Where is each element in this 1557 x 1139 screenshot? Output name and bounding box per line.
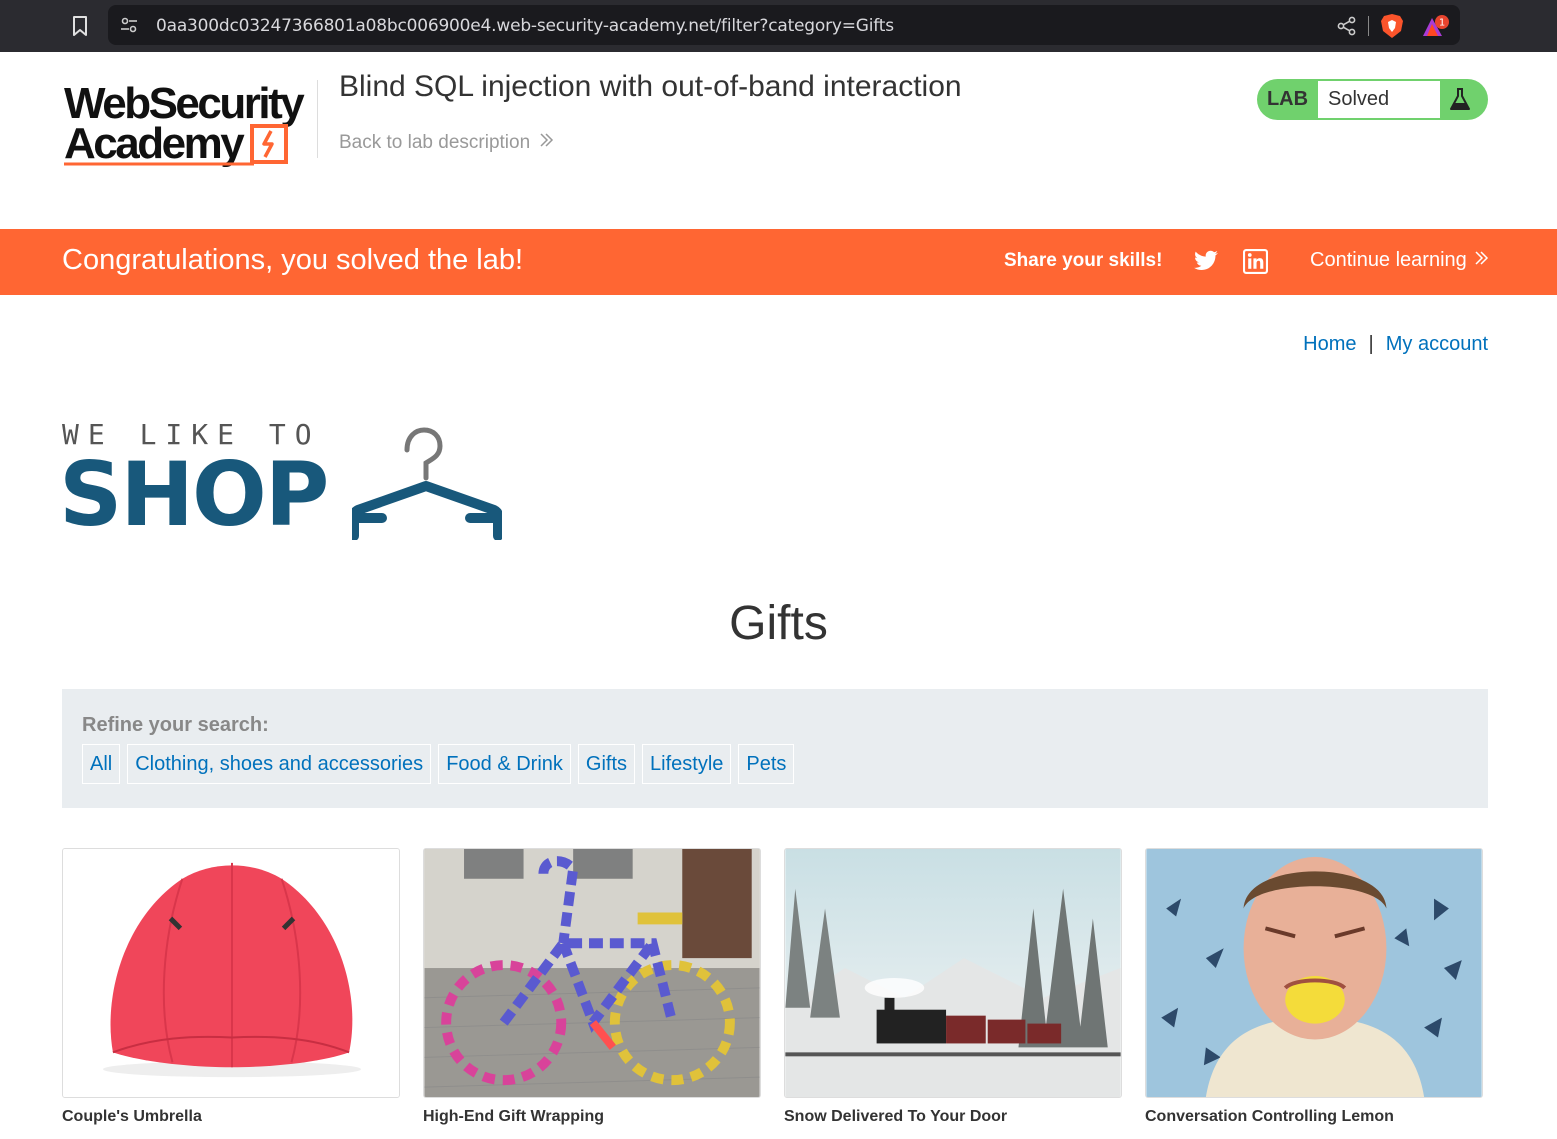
clothes-hanger-icon [352, 427, 502, 540]
congratulations-message: Congratulations, you solved the lab! [62, 244, 524, 276]
page-title: Gifts [729, 597, 828, 650]
brave-shields-icon[interactable] [1380, 13, 1404, 39]
nav-separator: | [1368, 333, 1374, 355]
product-image[interactable] [62, 848, 400, 1098]
category-link-all[interactable]: All [82, 744, 121, 784]
category-link-food-drink[interactable]: Food & Drink [438, 744, 571, 784]
product-card[interactable]: Snow Delivered To Your Door [784, 848, 1122, 1126]
my-account-link[interactable]: My account [1386, 333, 1488, 355]
linkedin-icon[interactable] [1243, 249, 1268, 274]
continue-learning-link[interactable]: Continue learning [1310, 249, 1489, 272]
product-grid: Couple's Umbrella High-End Gift Wrapping [62, 848, 1488, 1139]
lemon-man-image [1146, 849, 1482, 1097]
home-link[interactable]: Home [1303, 333, 1356, 355]
back-link-label: Back to lab description [339, 132, 531, 153]
web-security-academy-logo[interactable]: WebSecurity Academy [62, 74, 318, 169]
double-chevron-right-icon [540, 133, 554, 147]
rewards-count: 1 [1439, 18, 1445, 29]
product-card[interactable]: Conversation Controlling Lemon [1145, 848, 1483, 1126]
share-skills-label: Share your skills! [1004, 250, 1163, 271]
category-links: All Clothing, shoes and accessories Food… [82, 744, 795, 784]
product-image[interactable] [784, 848, 1122, 1098]
product-name[interactable]: Snow Delivered To Your Door [784, 1108, 1122, 1126]
product-image[interactable] [1145, 848, 1483, 1098]
product-card[interactable]: Couple's Umbrella [62, 848, 400, 1126]
product-name[interactable]: Couple's Umbrella [62, 1108, 400, 1126]
share-icon[interactable] [1336, 15, 1358, 37]
product-name[interactable]: Conversation Controlling Lemon [1145, 1108, 1483, 1126]
url-text[interactable]: 0aa300dc03247366801a08bc006900e4.web-sec… [156, 16, 894, 36]
address-bar[interactable]: 0aa300dc03247366801a08bc006900e4.web-sec… [108, 5, 1460, 45]
divider [1368, 16, 1369, 36]
continue-learning-label: Continue learning [1310, 249, 1467, 271]
lab-status: Solved [1318, 81, 1440, 118]
divider [317, 80, 318, 158]
shop-name: SHOP [59, 443, 329, 546]
shop-logo[interactable]: WE LIKE TO SHOP [59, 418, 502, 546]
lab-title: Blind SQL injection with out-of-band int… [339, 70, 962, 103]
category-link-clothing[interactable]: Clothing, shoes and accessories [127, 744, 432, 784]
product-name[interactable]: High-End Gift Wrapping [423, 1108, 761, 1126]
lab-status-badge: LAB Solved [1257, 79, 1488, 120]
product-card[interactable]: High-End Gift Wrapping [423, 848, 761, 1126]
logo-line2: Academy [64, 119, 245, 168]
category-filter: Refine your search: All Clothing, shoes … [62, 689, 1488, 808]
category-link-pets[interactable]: Pets [738, 744, 795, 784]
twitter-icon[interactable] [1193, 248, 1219, 274]
lab-label: LAB [1266, 88, 1309, 110]
academy-header: WebSecurity Academy Blind SQL injection … [0, 52, 1557, 229]
double-chevron-right-icon [1475, 251, 1488, 265]
filter-label: Refine your search: [82, 714, 269, 736]
umbrella-image [63, 849, 399, 1097]
knitted-bicycle-image [424, 849, 760, 1097]
browser-toolbar: 0aa300dc03247366801a08bc006900e4.web-sec… [0, 0, 1557, 52]
back-to-lab-description-link[interactable]: Back to lab description [339, 132, 554, 154]
site-settings-icon[interactable] [120, 16, 138, 34]
brave-rewards-icon[interactable]: 1 [1422, 14, 1450, 40]
snow-train-image [785, 849, 1121, 1097]
category-link-gifts[interactable]: Gifts [577, 744, 636, 784]
product-image[interactable] [423, 848, 761, 1098]
lab-solved-banner: Congratulations, you solved the lab! Sha… [0, 229, 1557, 295]
flask-icon [1450, 88, 1470, 110]
account-nav: Home | My account [1303, 333, 1488, 356]
bookmark-icon[interactable] [68, 14, 92, 38]
category-link-lifestyle[interactable]: Lifestyle [642, 744, 732, 784]
